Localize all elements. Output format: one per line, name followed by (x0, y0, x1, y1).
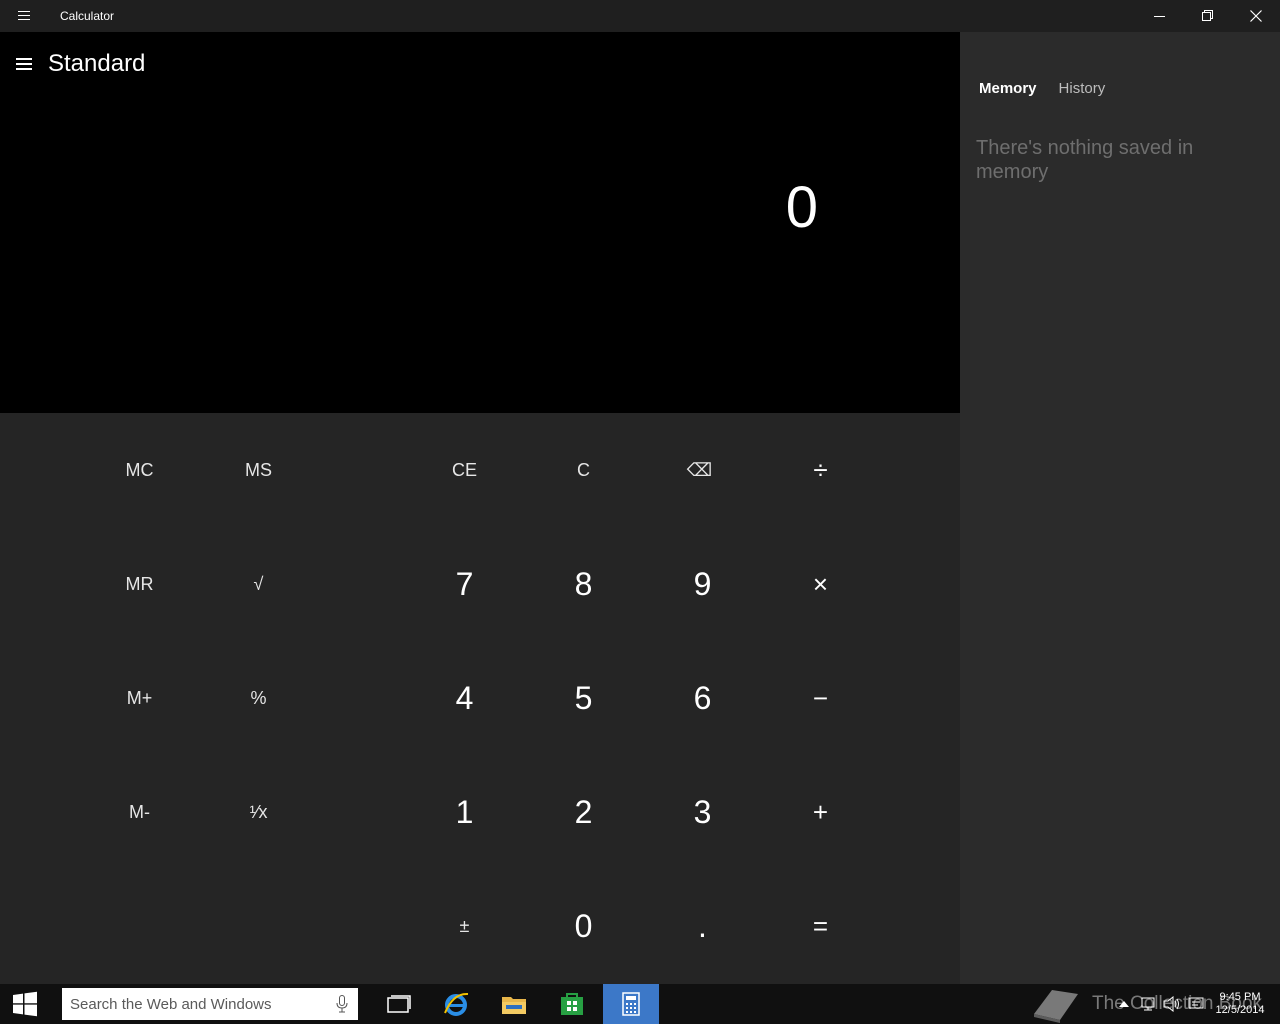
restore-button[interactable] (1184, 0, 1232, 32)
volume-icon[interactable] (1160, 984, 1184, 1024)
hamburger-menu-icon[interactable] (0, 0, 48, 32)
taskbar: Search the Web and Windows The Collectio… (0, 984, 1280, 1024)
digit-3-button[interactable]: 3 (643, 755, 762, 869)
action-center-icon[interactable] (1184, 984, 1208, 1024)
chevron-up-icon (1119, 1001, 1129, 1007)
search-box[interactable]: Search the Web and Windows (62, 988, 358, 1020)
negate-button[interactable]: ± (405, 869, 524, 983)
clear-button[interactable]: C (524, 413, 643, 527)
internet-explorer-button[interactable] (428, 984, 484, 1024)
start-button[interactable] (0, 984, 50, 1024)
digit-4-button[interactable]: 4 (405, 641, 524, 755)
reciprocal-button[interactable]: ¹⁄x (199, 755, 318, 869)
tab-memory[interactable]: Memory (979, 80, 1037, 97)
backspace-icon: ⌫ (686, 459, 713, 480)
task-view-icon (387, 995, 411, 1013)
percent-button[interactable]: % (199, 641, 318, 755)
show-hidden-icons-button[interactable] (1112, 984, 1136, 1024)
microphone-icon (336, 995, 348, 1013)
subtract-button[interactable]: − (761, 641, 880, 755)
calculator-mode-title: Standard (48, 50, 146, 77)
clock-date: 12/5/2014 (1215, 1004, 1265, 1016)
book-logo-icon (1034, 990, 1078, 1023)
add-button[interactable]: + (761, 755, 880, 869)
file-explorer-button[interactable] (486, 984, 542, 1024)
close-button[interactable] (1232, 0, 1280, 32)
clock[interactable]: 9:45 PM 12/5/2014 (1208, 991, 1272, 1017)
navigation-menu-icon[interactable] (0, 40, 48, 88)
digit-9-button[interactable]: 9 (643, 527, 762, 641)
memory-store-button[interactable]: MS (199, 413, 318, 527)
close-icon (1250, 10, 1262, 22)
digit-8-button[interactable]: 8 (524, 527, 643, 641)
network-icon[interactable] (1136, 984, 1160, 1024)
equals-button[interactable]: = (761, 869, 880, 983)
memory-subtract-button[interactable]: M- (80, 755, 199, 869)
digit-5-button[interactable]: 5 (524, 641, 643, 755)
digit-2-button[interactable]: 2 (524, 755, 643, 869)
task-view-button[interactable] (371, 984, 427, 1024)
decimal-button[interactable]: . (643, 869, 762, 983)
clear-entry-button[interactable]: CE (405, 413, 524, 527)
store-button[interactable] (544, 984, 600, 1024)
restore-icon (1202, 10, 1213, 21)
memory-clear-button[interactable]: MC (80, 413, 199, 527)
keypad: MC MS CE C ⌫ ÷ MR √ 7 8 9 × M+ % 4 5 6 −… (0, 413, 960, 984)
minimize-icon (1154, 16, 1165, 17)
memory-add-button[interactable]: M+ (80, 641, 199, 755)
memory-history-panel: Memory History There's nothing saved in … (960, 32, 1280, 984)
system-tray: 9:45 PM 12/5/2014 (1112, 984, 1280, 1024)
digit-7-button[interactable]: 7 (405, 527, 524, 641)
divide-button[interactable]: ÷ (761, 413, 880, 527)
memory-recall-button[interactable]: MR (80, 527, 199, 641)
windows-logo-icon (13, 991, 37, 1017)
result-display: 0 (785, 175, 818, 240)
internet-explorer-icon (444, 992, 469, 1016)
calculator-main: Standard 0 MC MS CE C ⌫ ÷ MR √ 7 8 9 × M… (0, 32, 960, 984)
tab-history[interactable]: History (1059, 80, 1106, 97)
clock-time: 9:45 PM (1219, 991, 1261, 1003)
title-bar: Calculator (0, 0, 1280, 32)
store-icon (561, 993, 583, 1015)
memory-empty-message: There's nothing saved in memory (976, 137, 1194, 183)
backspace-button[interactable]: ⌫ (640, 413, 759, 527)
multiply-button[interactable]: × (761, 527, 880, 641)
digit-1-button[interactable]: 1 (405, 755, 524, 869)
minimize-button[interactable] (1136, 0, 1184, 32)
calculator-icon (622, 992, 640, 1016)
search-placeholder: Search the Web and Windows (70, 995, 272, 1013)
square-root-button[interactable]: √ (199, 527, 318, 641)
display-area: Standard 0 (0, 32, 960, 413)
window-title: Calculator (60, 9, 115, 23)
digit-6-button[interactable]: 6 (643, 641, 762, 755)
calculator-taskbar-button[interactable] (603, 984, 659, 1024)
digit-0-button[interactable]: 0 (524, 869, 643, 983)
folder-icon (502, 997, 526, 1014)
